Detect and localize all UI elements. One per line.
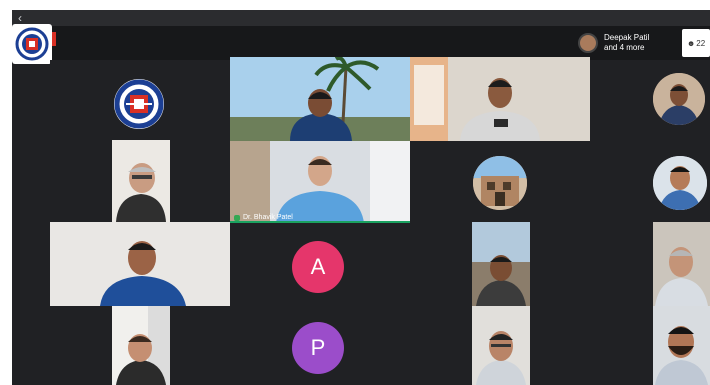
participant-tile-video-outdoor[interactable] xyxy=(472,222,530,306)
participant-tile-video-man-glasses[interactable] xyxy=(472,306,530,385)
speaking-indicator-bar xyxy=(230,221,410,223)
speaking-mic-icon xyxy=(234,214,240,221)
participant-tile-video-car-man[interactable] xyxy=(653,222,710,306)
participant-tile-video-man-window[interactable] xyxy=(112,306,170,385)
meeting-window: ‹ Deepak Patil and 4 more ☻ 22 Dr. Bhavi… xyxy=(12,10,710,385)
back-arrow-icon[interactable]: ‹ xyxy=(18,11,22,25)
participant-tile-video-older-man[interactable] xyxy=(112,140,170,222)
avatar-p-letter: P xyxy=(310,335,326,360)
university-logo-large xyxy=(112,77,166,131)
participant-count: 22 xyxy=(696,38,706,48)
avatar-a-letter: A xyxy=(310,254,326,279)
university-logo xyxy=(12,24,52,64)
participant-tile-video-bearded-man[interactable] xyxy=(653,306,710,385)
recording-indicator xyxy=(52,32,56,46)
active-speaker-label: Dr. Bhavik Patel xyxy=(234,214,293,221)
participant-avatar-building[interactable] xyxy=(473,156,527,210)
participant-tile-video-room[interactable] xyxy=(410,57,590,141)
participant-count-button[interactable]: ☻ 22 xyxy=(682,29,710,57)
participant-avatar-a[interactable]: A xyxy=(292,241,344,293)
participant-avatar xyxy=(578,33,598,53)
window-title-bar: ‹ xyxy=(12,10,710,26)
active-speaker-name: Dr. Bhavik Patel xyxy=(243,214,293,221)
participant-tile-video-palm[interactable] xyxy=(230,57,410,141)
participants-summary-name: Deepak Patil xyxy=(604,33,650,42)
participants-summary[interactable]: Deepak Patil and 4 more xyxy=(578,29,678,57)
people-icon: ☻ xyxy=(686,38,696,48)
participant-tile-active-speaker[interactable]: Dr. Bhavik Patel xyxy=(230,141,410,223)
participants-summary-more: and 4 more xyxy=(604,43,645,52)
participant-tile-logo[interactable] xyxy=(50,60,230,144)
participant-avatar-young-man[interactable] xyxy=(653,156,707,210)
participant-tile-video-man-blue[interactable] xyxy=(50,222,230,306)
participant-avatar-p[interactable]: P xyxy=(292,322,344,374)
participant-avatar-photo[interactable] xyxy=(653,73,705,125)
